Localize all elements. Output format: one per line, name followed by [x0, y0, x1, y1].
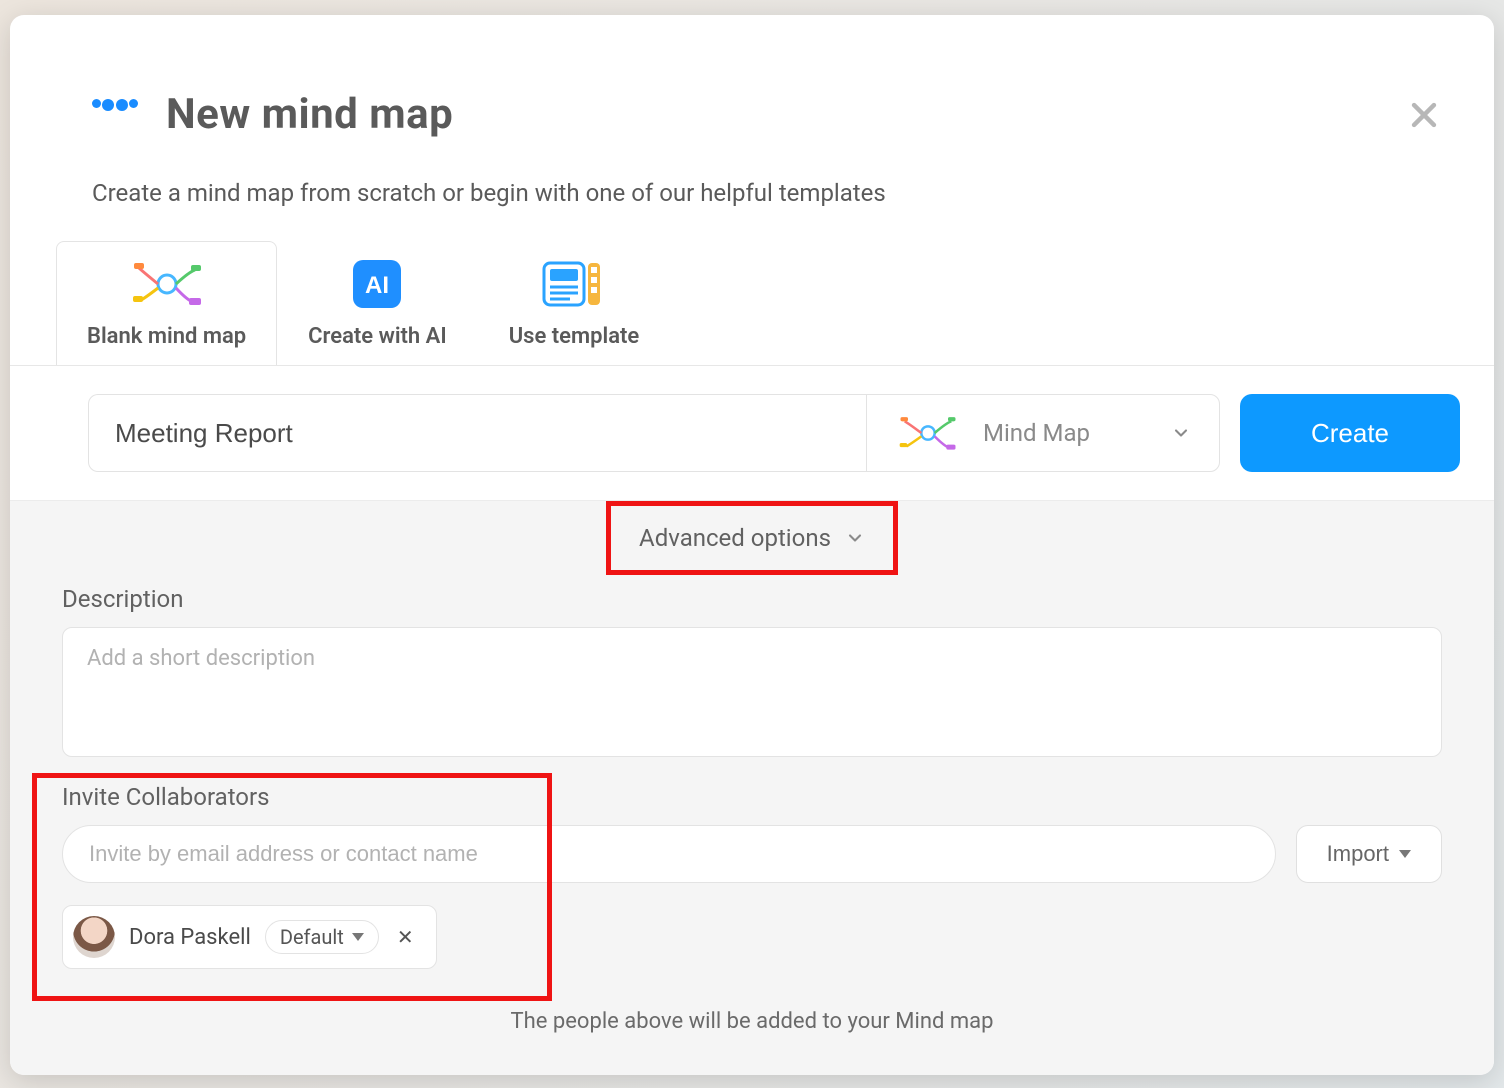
collaborators-note: The people above will be added to your M… — [62, 1009, 1442, 1034]
description-label: Description — [62, 585, 1442, 613]
modal-title: New mind map — [166, 90, 453, 139]
tab-use-template[interactable]: Use template — [478, 241, 671, 365]
caret-down-icon — [1399, 850, 1411, 858]
mindmap-type-icon — [895, 413, 961, 453]
collaborator-chip: Dora Paskell Default ✕ — [62, 905, 437, 969]
template-icon — [538, 260, 610, 308]
mindmap-logo-icon — [92, 99, 138, 131]
new-mind-map-modal: New mind map Create a mind map from scra… — [10, 15, 1494, 1075]
invite-collaborators-label: Invite Collaborators — [62, 783, 1442, 811]
ai-icon: AI — [341, 260, 413, 308]
svg-text:AI: AI — [365, 272, 389, 299]
caret-down-icon — [352, 933, 364, 941]
modal-subtitle: Create a mind map from scratch or begin … — [92, 179, 1414, 207]
create-button[interactable]: Create — [1240, 394, 1460, 472]
invite-input[interactable] — [62, 825, 1276, 883]
mindmap-name-input[interactable] — [88, 394, 866, 472]
chevron-down-icon — [845, 528, 865, 548]
tab-label: Blank mind map — [87, 324, 246, 349]
collaborator-role-label: Default — [280, 925, 344, 949]
mindmap-type-select[interactable]: Mind Map — [866, 394, 1220, 472]
import-button[interactable]: Import — [1296, 825, 1442, 883]
collaborator-name: Dora Paskell — [129, 925, 251, 950]
chevron-down-icon — [1171, 423, 1191, 443]
tab-create-with-ai[interactable]: AI Create with AI — [277, 241, 478, 365]
close-icon — [1407, 98, 1441, 132]
close-button[interactable] — [1404, 95, 1444, 135]
mindmap-type-label: Mind Map — [983, 419, 1149, 447]
import-button-label: Import — [1327, 841, 1389, 867]
tab-label: Use template — [509, 324, 640, 349]
avatar — [73, 916, 115, 958]
tab-label: Create with AI — [308, 324, 447, 349]
mindmap-colored-icon — [131, 260, 203, 308]
advanced-options-label: Advanced options — [639, 524, 831, 552]
collaborator-role-select[interactable]: Default — [265, 920, 379, 954]
tab-blank-mind-map[interactable]: Blank mind map — [56, 241, 277, 365]
description-input[interactable] — [62, 627, 1442, 757]
remove-collaborator-button[interactable]: ✕ — [393, 925, 418, 949]
advanced-options-toggle[interactable]: Advanced options — [606, 501, 898, 575]
